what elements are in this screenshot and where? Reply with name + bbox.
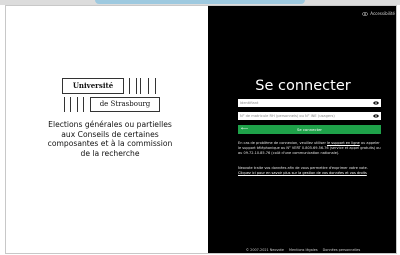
login-button-label: Se connecter [297,127,322,132]
footer-copyright: © 2007-2021 Neovote [245,248,284,252]
eye-icon [362,11,369,16]
election-title: Elections générales ou partielles aux Co… [47,120,173,158]
eye-icon[interactable] [373,101,379,105]
university-logo: Université de Strasbourg [62,78,162,118]
accessibility-link[interactable]: Accessibilité [362,11,395,16]
identifier-field[interactable]: Identifiant [238,99,381,107]
support-text: En cas de problème de connexion, veuille… [238,141,326,145]
login-button[interactable]: ⟵ Se connecter [238,125,381,134]
privacy-text: Neovote traite vos données afin de vous … [238,166,368,170]
privacy-link[interactable]: Cliquez ici pour en savoir plus sur la g… [238,171,367,175]
footer-legal-link[interactable]: Mentions légales [289,248,318,252]
page-title: Se connecter [255,78,351,94]
password-field[interactable]: N° de matricule RH (personnels) ou N° IN… [238,112,381,120]
page-frame: Université de Strasbourg Elections génér… [5,5,397,254]
identifier-placeholder: Identifiant [240,101,259,105]
left-pane: Université de Strasbourg Elections génér… [6,6,208,253]
logo-line2: de Strasbourg [90,97,160,112]
accessibility-label: Accessibilité [370,11,395,16]
arrow-right-icon: ⟵ [241,126,249,132]
logo-bars-top [126,78,160,94]
logo-bars-bottom [62,97,88,112]
login-pane: Accessibilité Se connecter Identifiant N… [208,6,396,253]
privacy-help-text: Neovote traite vos données afin de vous … [238,166,381,176]
support-link[interactable]: le support en ligne [327,141,360,145]
top-accent-bar [95,0,305,4]
eye-icon[interactable] [373,114,379,118]
footer: © 2007-2021 Neovote Mentions légales Don… [208,248,396,252]
support-help-text: En cas de problème de connexion, veuille… [238,141,381,155]
logo-line1: Université [62,78,124,94]
password-placeholder: N° de matricule RH (personnels) ou N° IN… [240,114,335,118]
footer-privacy-link[interactable]: Données personnelles [323,248,361,252]
